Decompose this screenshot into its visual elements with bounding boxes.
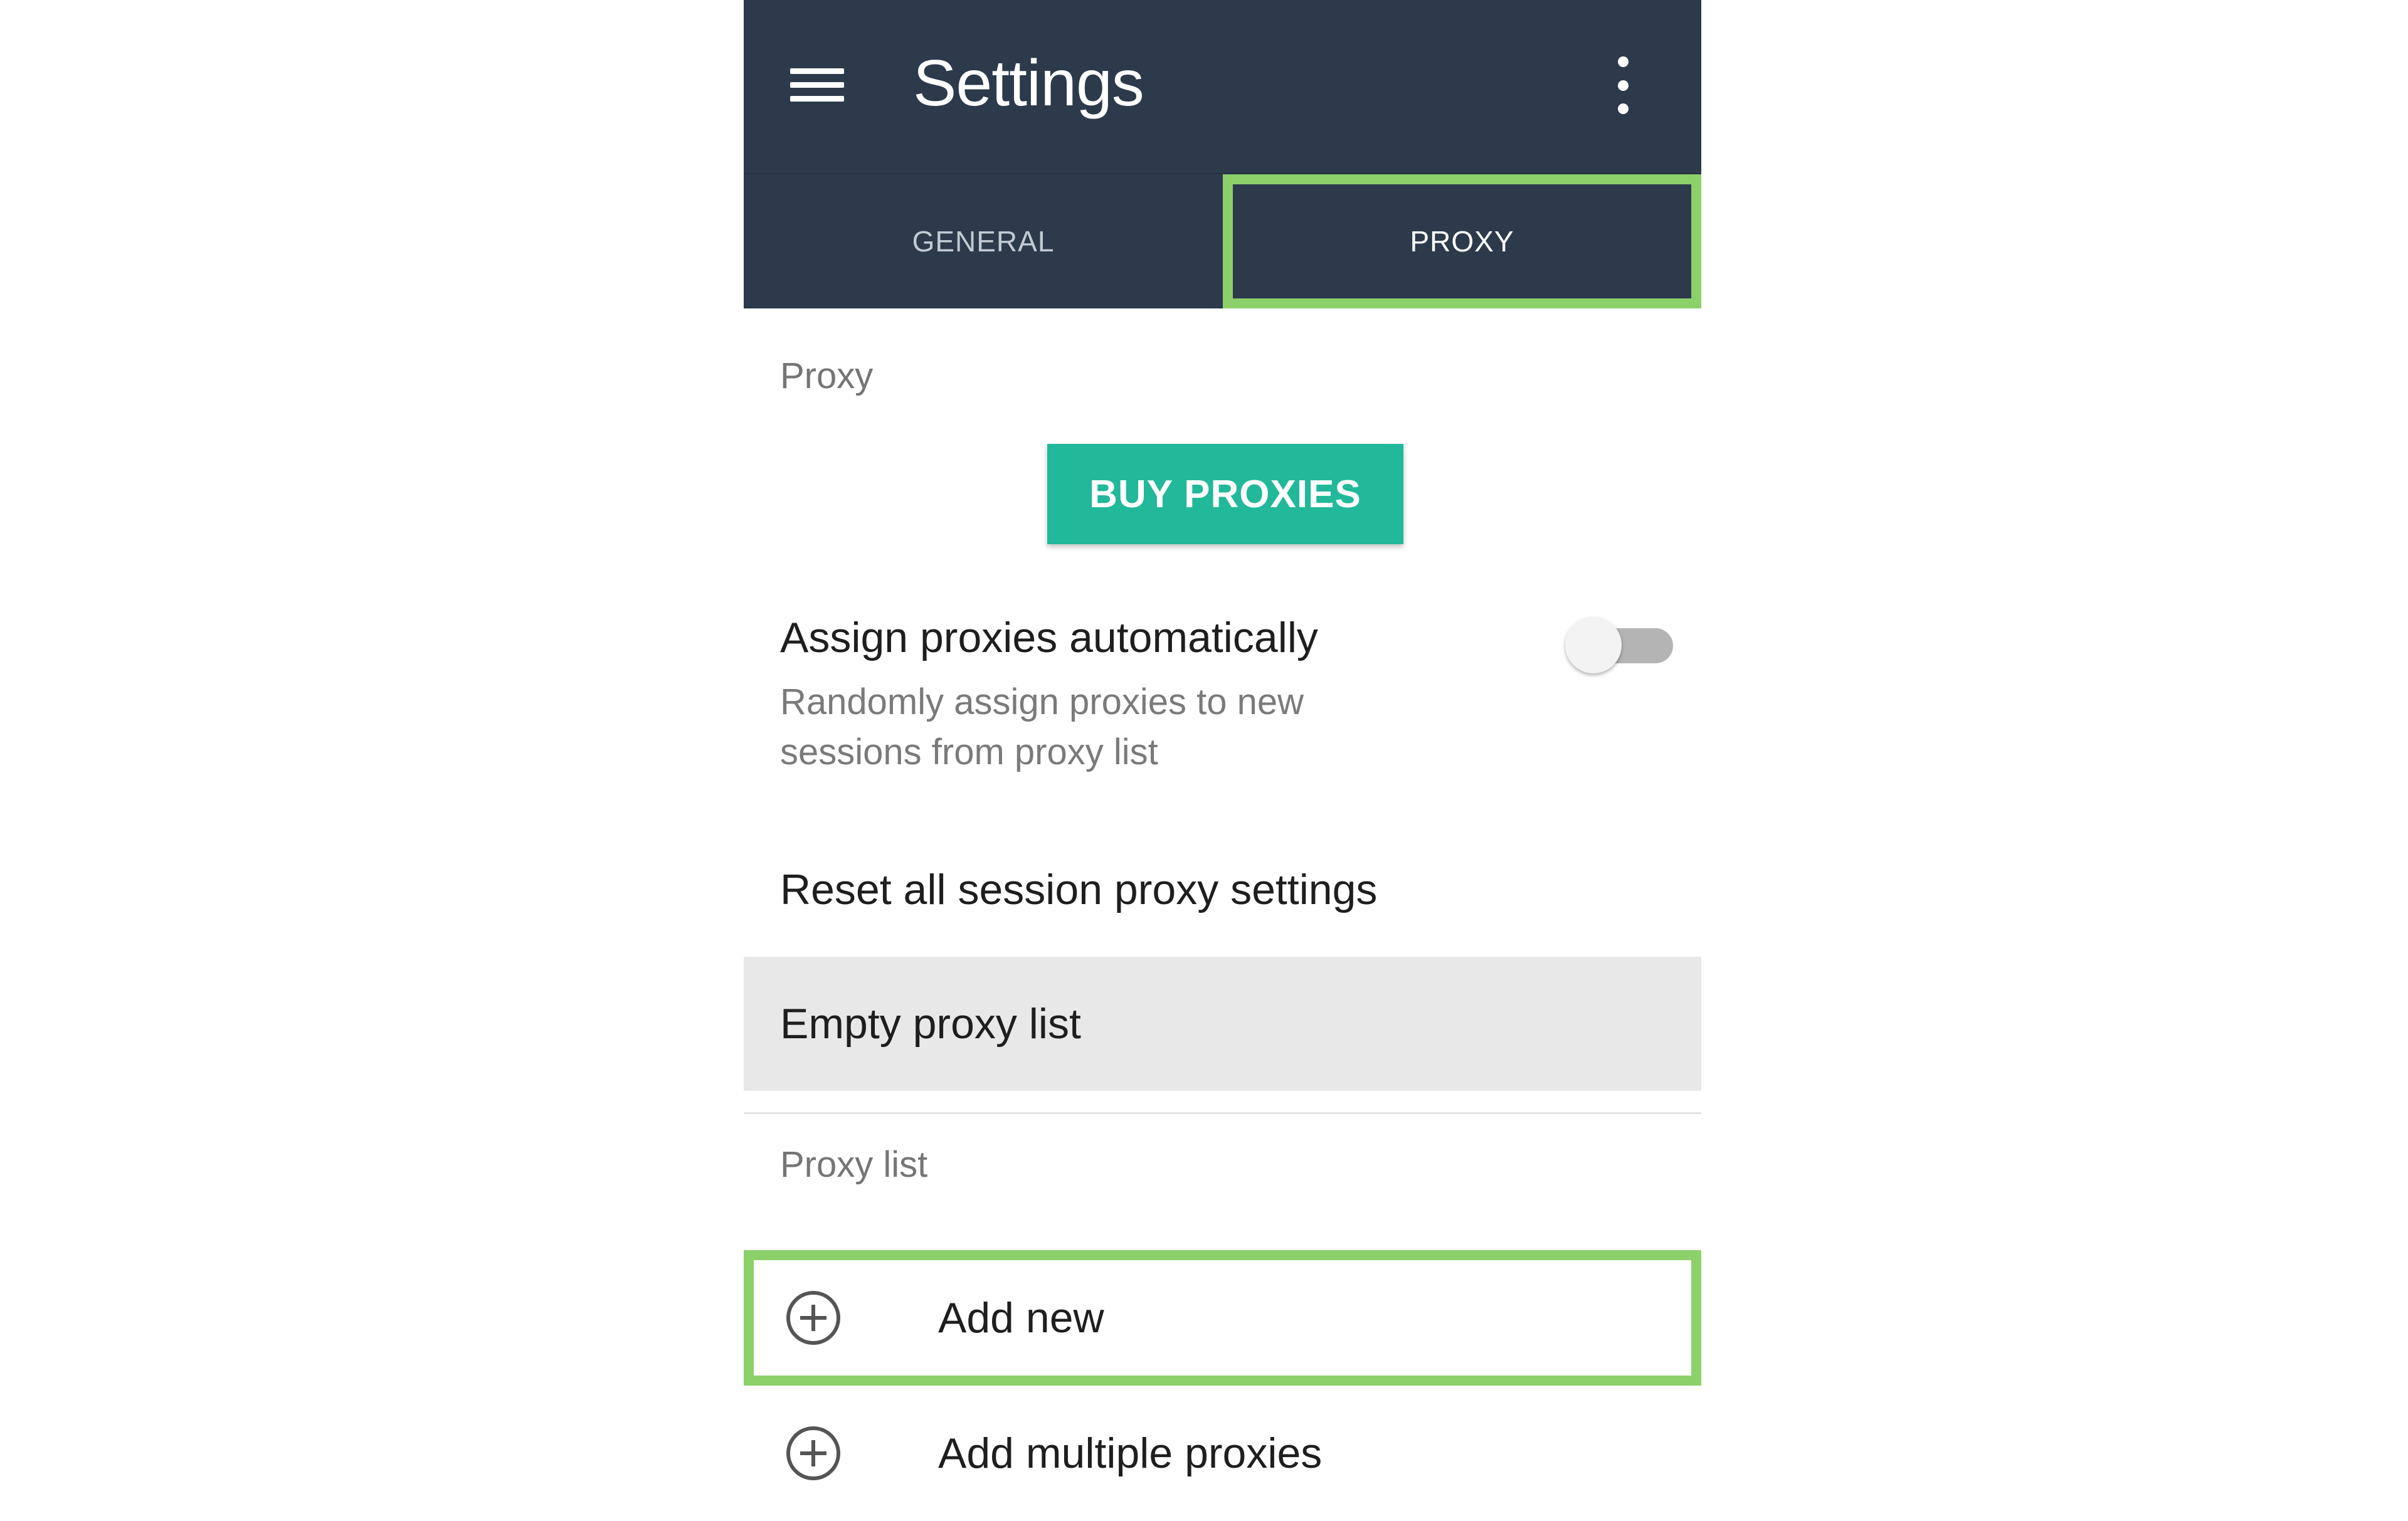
add-multiple-proxies-item[interactable]: Add multiple proxies: [744, 1386, 1701, 1521]
divider: [744, 1112, 1701, 1114]
plus-circle-icon: [786, 1291, 840, 1345]
auto-assign-description: Randomly assign proxies to new sessions …: [780, 682, 1304, 772]
tab-general[interactable]: GENERAL: [744, 174, 1223, 308]
reset-session-proxy-settings-row[interactable]: Reset all session proxy settings: [744, 838, 1701, 942]
settings-panel: Settings GENERAL PROXY Proxy BUY PROXIES…: [744, 0, 1701, 1505]
more-options-icon[interactable]: [1609, 56, 1637, 114]
plus-circle-icon: [786, 1426, 840, 1480]
empty-label: Empty proxy list: [780, 1000, 1081, 1048]
reset-label: Reset all session proxy settings: [780, 866, 1378, 913]
add-new-label: Add new: [938, 1294, 1104, 1342]
empty-proxy-list-row[interactable]: Empty proxy list: [744, 957, 1701, 1091]
toggle-thumb: [1565, 617, 1622, 673]
add-new-proxy-item[interactable]: Add new: [744, 1250, 1701, 1386]
auto-assign-toggle[interactable]: [1565, 611, 1678, 673]
auto-assign-title: Assign proxies automatically: [780, 614, 1318, 661]
proxy-section-label: Proxy: [780, 355, 874, 396]
app-bar: Settings: [744, 0, 1701, 173]
tab-proxy[interactable]: PROXY: [1223, 174, 1701, 308]
proxy-list-label: Proxy list: [780, 1144, 928, 1185]
page-title: Settings: [913, 47, 1144, 120]
hamburger-menu-icon[interactable]: [790, 58, 847, 112]
buy-proxies-button[interactable]: BUY PROXIES: [1047, 444, 1403, 544]
tab-bar: GENERAL PROXY: [744, 173, 1701, 308]
add-multiple-label: Add multiple proxies: [938, 1429, 1323, 1477]
